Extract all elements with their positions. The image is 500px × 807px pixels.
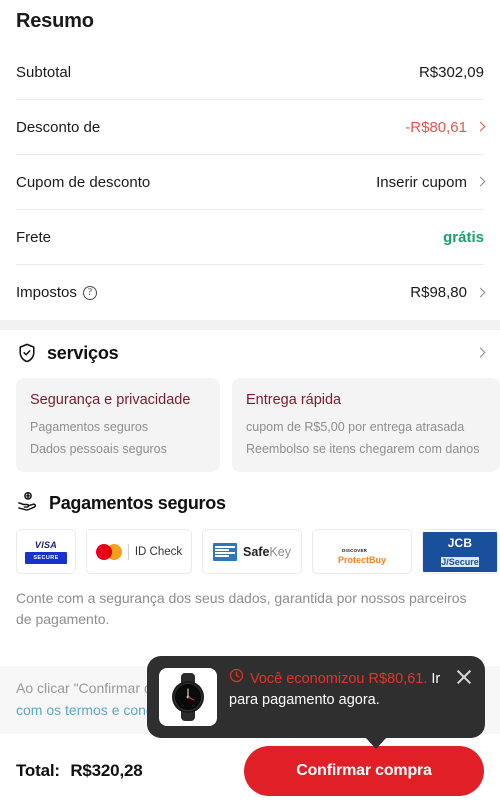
summary-section: Resumo Subtotal R$302,09 Desconto de -R$… xyxy=(0,0,500,320)
summary-row-value: Inserir cupom xyxy=(376,174,486,191)
chevron-right-icon[interactable] xyxy=(475,347,486,358)
mastercard-id-check-badge: ID Check xyxy=(86,529,192,574)
service-card-title: Entrega rápida xyxy=(246,392,342,408)
hand-coin-icon xyxy=(16,490,40,517)
summary-row-label: Impostos ? xyxy=(16,284,97,301)
insert-coupon-link[interactable]: Inserir cupom xyxy=(376,174,467,191)
chevron-right-icon xyxy=(475,176,486,187)
safekey-light: Key xyxy=(269,544,291,559)
summary-row-label: Subtotal xyxy=(16,63,72,81)
amex-logo-icon xyxy=(213,542,238,561)
smartwatch-thumbnail xyxy=(159,668,217,726)
checkout-bottom-bar: Total: R$320,28 Confirmar compra xyxy=(0,734,500,807)
discover-logo-icon: DISCOVER xyxy=(342,538,382,553)
jcb-wordmark: JCB xyxy=(447,535,473,550)
savings-tooltip-text: Você economizou R$80,61. Ir para pagamen… xyxy=(229,668,471,711)
services-header[interactable]: serviços xyxy=(16,342,486,364)
protectbuy-label: ProtectBuy xyxy=(338,555,386,565)
page-title: Resumo xyxy=(16,10,94,32)
summary-row-label: Cupom de desconto xyxy=(16,173,151,191)
shield-check-icon xyxy=(16,342,38,364)
summary-row-value: -R$80,61 xyxy=(405,118,486,136)
id-check-label: ID Check xyxy=(134,545,183,558)
jcb-jsecure-badge: JCB J/Secure xyxy=(422,529,498,574)
chevron-right-icon xyxy=(475,287,486,297)
service-card-line: Dados pessoais seguros xyxy=(30,442,167,456)
jcb-logo-icon: JCB J/Secure xyxy=(423,531,497,572)
confirm-purchase-button[interactable]: Confirmar compra xyxy=(244,746,484,796)
secure-payments-section: Pagamentos seguros VISA SECURE ID Check … xyxy=(0,472,500,630)
taxes-label: Impostos xyxy=(16,284,77,301)
secure-payments-header: Pagamentos seguros xyxy=(16,490,484,517)
services-title: serviços xyxy=(47,342,119,363)
savings-headline-text: Você economizou xyxy=(250,670,365,687)
services-card-list[interactable]: Segurança e privacidade Pagamentos segur… xyxy=(16,378,500,472)
visa-wordmark: VISA xyxy=(34,539,58,550)
discount-amount: -R$80,61 xyxy=(405,118,467,136)
summary-row-discount[interactable]: Desconto de -R$80,61 xyxy=(16,100,486,155)
summary-row-shipping: Frete grátis xyxy=(16,210,484,265)
visa-secure-label: SECURE xyxy=(25,551,67,564)
service-card-line: cupom de R$5,00 por entrega atrasada xyxy=(246,420,465,434)
chevron-right-icon xyxy=(475,121,486,132)
service-card-title: Segurança e privacidade xyxy=(30,392,191,408)
discover-wordmark: DISCOVER xyxy=(342,547,368,553)
amex-safekey-badge: SafeKey xyxy=(202,529,302,574)
checkout-summary-screen: Resumo Subtotal R$302,09 Desconto de -R$… xyxy=(0,0,500,807)
services-section: serviços Segurança e privacidade Pagamen… xyxy=(0,330,500,472)
taxes-amount: R$98,80 xyxy=(410,284,467,301)
total-label: Total: xyxy=(16,760,60,780)
savings-amount: R$80,61. xyxy=(368,671,428,687)
secure-payments-title: Pagamentos seguros xyxy=(49,493,226,513)
service-card[interactable]: Segurança e privacidade Pagamentos segur… xyxy=(16,378,220,472)
order-total: Total: R$320,28 xyxy=(16,760,143,781)
summary-row-subtotal: Subtotal R$302,09 xyxy=(16,45,484,100)
jsecure-label: J/Secure xyxy=(441,556,479,567)
service-card-line: Reembolso se itens chegarem com danos xyxy=(246,442,480,456)
service-card[interactable]: Entrega rápida cupom de R$5,00 por entre… xyxy=(232,378,500,472)
close-icon[interactable] xyxy=(455,668,473,686)
info-icon[interactable]: ? xyxy=(82,285,97,300)
discover-protectbuy-badge: DISCOVER ProtectBuy xyxy=(312,529,412,574)
service-card-line: Pagamentos seguros xyxy=(30,420,149,434)
visa-secure-badge: VISA SECURE xyxy=(16,529,76,574)
savings-tooltip[interactable]: Você economizou R$80,61. Ir para pagamen… xyxy=(147,656,485,749)
payment-badge-list: VISA SECURE ID Check SafeKey DISCOVER Pr… xyxy=(16,529,498,574)
clock-icon xyxy=(229,668,244,690)
summary-row-value: R$98,80 xyxy=(410,284,486,301)
savings-headline: Você economizou xyxy=(229,668,364,690)
summary-row-label: Frete xyxy=(16,228,52,246)
divider xyxy=(127,543,129,560)
summary-row-value: R$302,09 xyxy=(418,63,484,81)
summary-row-value: grátis xyxy=(443,228,484,246)
section-divider xyxy=(0,320,500,330)
mastercard-logo-icon xyxy=(95,543,122,560)
secure-payments-note: Conte com a segurança dos seus dados, ga… xyxy=(16,590,467,627)
summary-row-taxes[interactable]: Impostos ? R$98,80 xyxy=(16,265,486,320)
protect-text: ProtectBuy xyxy=(337,554,386,565)
safekey-bold: Safe xyxy=(243,544,270,559)
safekey-label: SafeKey xyxy=(243,545,291,559)
total-value: R$320,28 xyxy=(70,760,143,780)
services-header-left: serviços xyxy=(16,342,119,364)
summary-row-label: Desconto de xyxy=(16,118,101,136)
summary-row-coupon[interactable]: Cupom de desconto Inserir cupom xyxy=(16,155,486,210)
